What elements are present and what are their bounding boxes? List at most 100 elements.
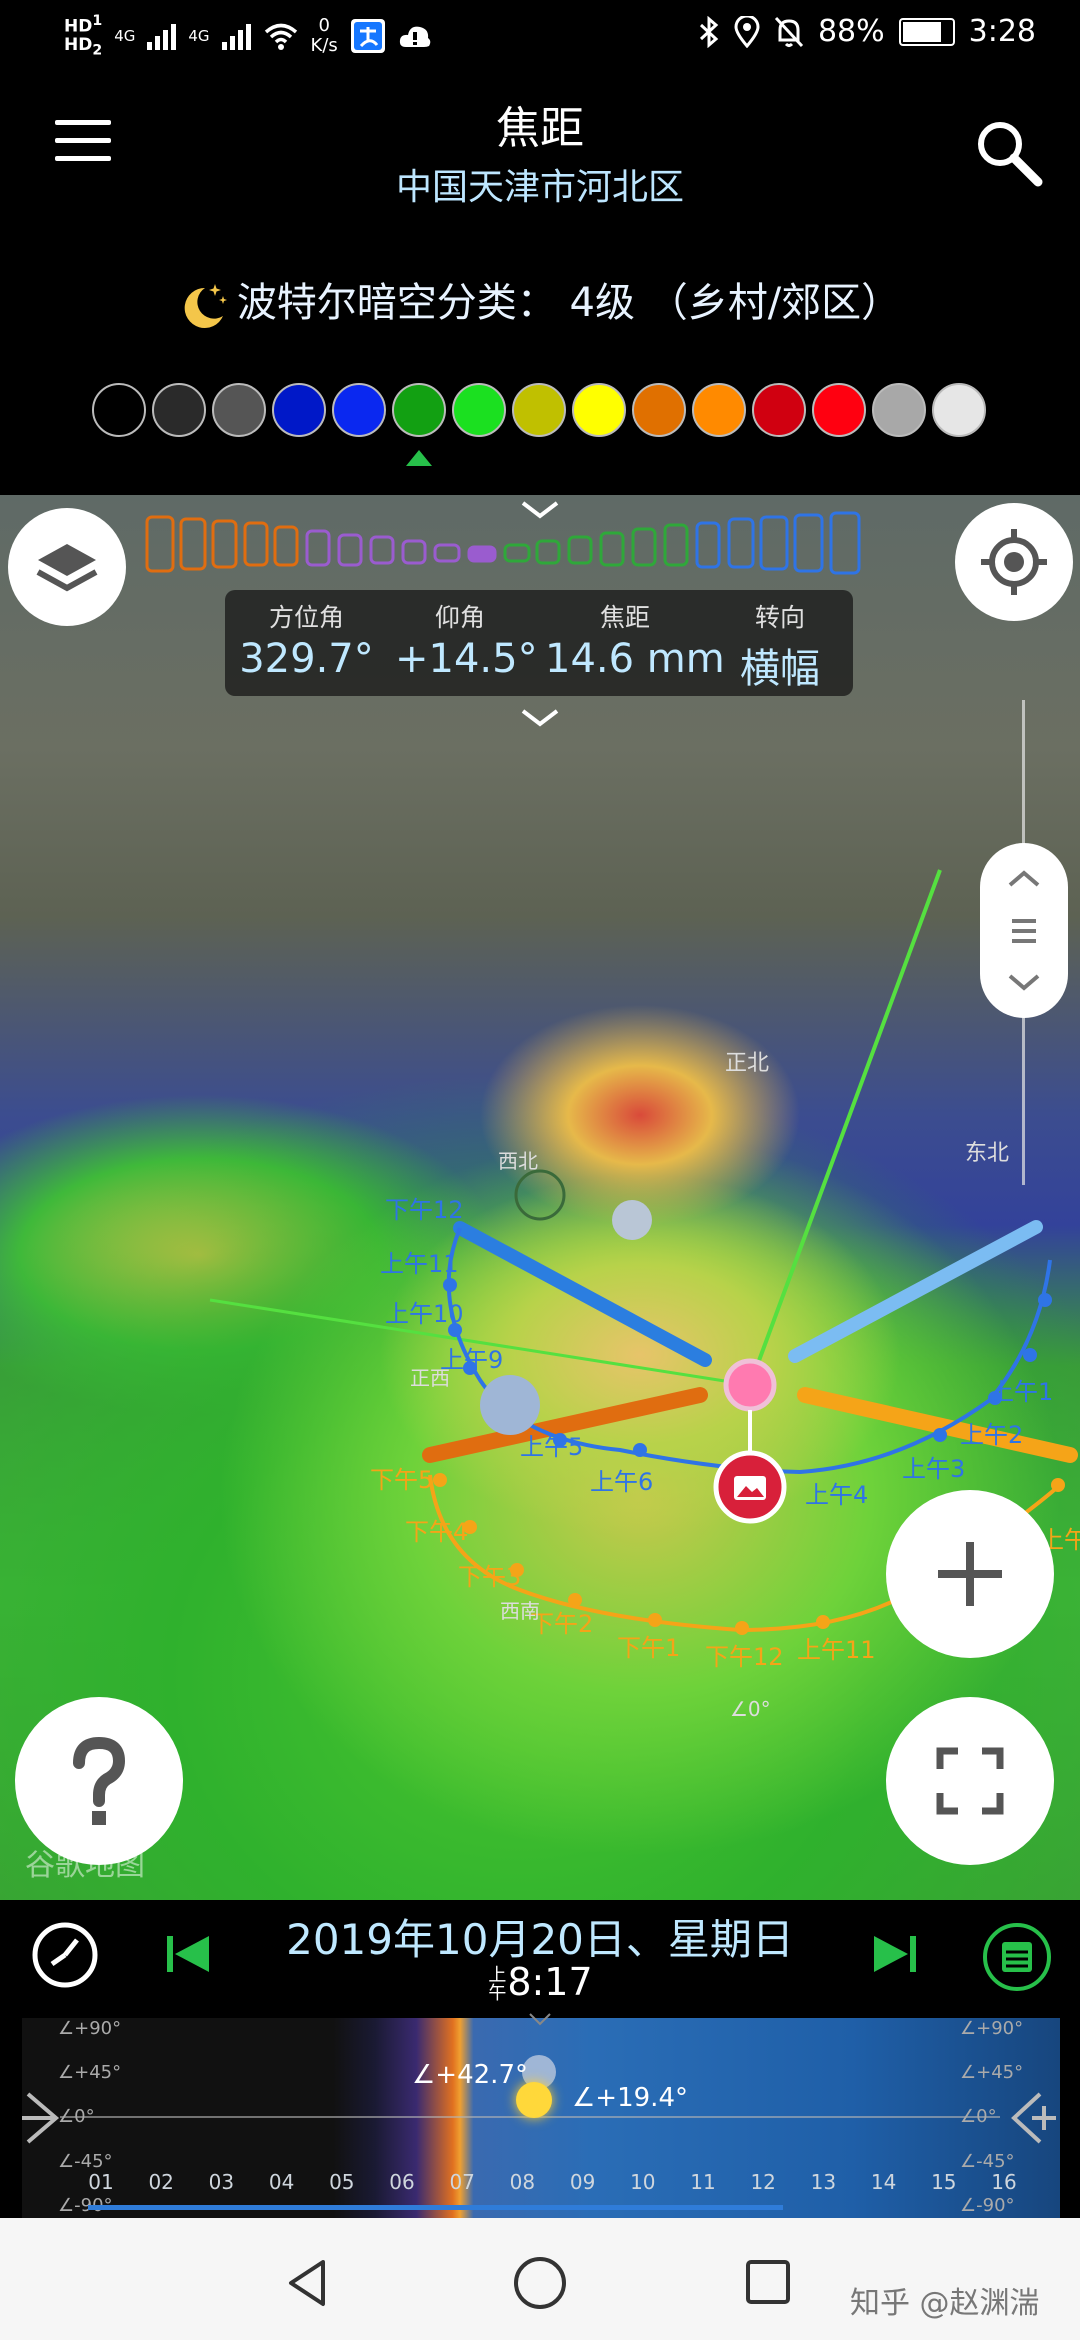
location-subtitle[interactable]: 中国天津市河北区	[0, 158, 1080, 210]
zoom-slider-handle[interactable]	[980, 843, 1068, 1018]
fullscreen-button[interactable]	[886, 1697, 1054, 1865]
azimuth-label: 方位角	[268, 603, 344, 632]
wifi-icon	[264, 23, 297, 50]
chevron-down-icon[interactable]	[528, 2012, 552, 2026]
search-icon[interactable]	[972, 116, 1044, 188]
locate-button[interactable]	[955, 503, 1073, 621]
bortle-swatch-13[interactable]	[812, 383, 866, 437]
bortle-swatch-12[interactable]	[752, 383, 806, 437]
timeline-hour-10: 10	[630, 2170, 656, 2194]
back-icon[interactable]	[285, 2258, 329, 2308]
moonrise-bar	[453, 1221, 712, 1367]
skip-next-icon[interactable]	[870, 1932, 918, 1976]
bortle-swatch-14[interactable]	[872, 383, 926, 437]
bluetooth-icon	[699, 15, 719, 48]
label-am10: 上午10	[385, 1300, 464, 1328]
chevron-down-icon[interactable]	[520, 500, 560, 520]
speed-unit: K/s	[310, 34, 338, 56]
recents-icon[interactable]	[744, 2258, 792, 2306]
label-pm5: 下午5	[370, 1466, 433, 1494]
label-northwest: 西北	[498, 1149, 538, 1173]
date-label[interactable]: 2019年10月20日、星期日	[180, 1906, 900, 1967]
moonset-bar	[788, 1220, 1043, 1363]
timeline-hour-16: 16	[991, 2170, 1017, 2194]
timeline-hour-07: 07	[449, 2170, 475, 2194]
label-am1: 上午1	[990, 1378, 1053, 1406]
timeline-hour-04: 04	[268, 2170, 295, 2194]
chevron-down-icon[interactable]	[520, 708, 560, 728]
timeline-hour-02: 02	[148, 2170, 174, 2194]
azimuth-value: 329.7°	[239, 636, 374, 682]
focal-label: 焦距	[599, 603, 650, 632]
timeline-angle-left-2: ∠0°	[58, 2106, 95, 2127]
status-bar: HD1 HD2 4G 4G 0 K/s 88% 3:28	[0, 0, 1080, 75]
camera-info-panel[interactable]: 方位角 329.7° 仰角 +14.5° 焦距 14.6 mm 转向 横幅	[225, 590, 853, 696]
home-icon[interactable]	[512, 2255, 568, 2311]
label-am3: 上午3	[902, 1455, 965, 1483]
sun-altitude-label: ∠+19.4°	[572, 2083, 688, 2113]
status-right: 88% 3:28	[698, 14, 1036, 49]
label-pm1: 下午1	[617, 1634, 680, 1662]
hd-badges: HD1 HD2	[64, 12, 102, 59]
bortle-swatch-8[interactable]	[512, 383, 566, 437]
chevron-right-icon[interactable]	[22, 2090, 62, 2146]
timeline-angle-right-0: ∠+90°	[960, 2018, 1024, 2039]
bortle-swatch-15[interactable]	[932, 383, 986, 437]
timeline-hour-08: 08	[509, 2170, 536, 2194]
label-pm3: 下午3	[458, 1563, 521, 1591]
layers-icon	[36, 544, 98, 592]
status-left: HD1 HD2 4G 4G 0 K/s	[64, 12, 432, 59]
time-period-label: 上午	[488, 1964, 507, 2004]
orientation-label: 转向	[754, 603, 805, 632]
observer-point	[723, 1358, 777, 1412]
label-north: 正北	[725, 1051, 769, 1076]
signal-icon-2	[221, 22, 251, 50]
label-southwest: 西南	[500, 1599, 540, 1623]
alipay-icon	[350, 18, 385, 53]
elevation-label: 仰角	[434, 603, 485, 632]
orientation-value: 横幅	[740, 646, 820, 692]
bortle-swatch-9[interactable]	[572, 383, 626, 437]
label-pm4: 下午4	[405, 1518, 468, 1546]
time-label[interactable]: 上午8:17	[180, 1960, 900, 2004]
timeline-hour-06: 06	[389, 2170, 415, 2194]
bortle-swatch-4[interactable]	[272, 383, 326, 437]
mute-bell-icon	[774, 16, 804, 47]
plus-icon	[938, 1542, 1002, 1606]
elevation-value: +14.5°	[395, 636, 538, 682]
elevation-cell: 仰角 +14.5°	[395, 598, 538, 682]
label-pm12-bottom: 下午12	[705, 1643, 784, 1671]
bortle-swatch-1[interactable]	[92, 383, 146, 437]
calendar-icon[interactable]	[982, 1922, 1052, 1992]
moon-altitude-label: ∠+42.7°	[412, 2060, 528, 2090]
bortle-swatch-7[interactable]	[452, 383, 506, 437]
focal-cell: 焦距 14.6 mm	[545, 598, 725, 682]
speed-value: 0	[318, 14, 330, 36]
bortle-swatch-2[interactable]	[152, 383, 206, 437]
hd2-label: HD	[64, 34, 93, 55]
bortle-swatch-6[interactable]	[392, 383, 446, 437]
battery-percent: 88%	[817, 14, 885, 49]
hd1-sub: 1	[92, 13, 103, 29]
bortle-class-row: 波特尔暗空分类： 4级 （乡村/郊区）	[0, 270, 1080, 330]
hd1-label: HD	[64, 16, 93, 37]
label-am5: 上午5	[520, 1433, 583, 1461]
timeline-hour-11: 11	[690, 2170, 716, 2194]
timeline-angle-left-3: ∠-45°	[58, 2151, 113, 2172]
network-speed: 0 K/s	[310, 14, 338, 56]
timeline-hour-12: 12	[750, 2170, 776, 2194]
chevron-left-plus-icon[interactable]	[1010, 2090, 1058, 2146]
label-am11-bottom: 上午11	[797, 1636, 876, 1664]
bortle-swatch-11[interactable]	[692, 383, 746, 437]
bortle-swatch-10[interactable]	[632, 383, 686, 437]
add-button[interactable]	[886, 1490, 1054, 1658]
location-icon	[734, 15, 760, 48]
clock-icon[interactable]	[30, 1920, 100, 1990]
layers-button[interactable]	[8, 508, 126, 626]
timeline-angle-right-4: ∠-90°	[960, 2195, 1015, 2216]
label-pm12: 下午12	[385, 1196, 464, 1224]
bortle-swatch-5[interactable]	[332, 383, 386, 437]
bortle-swatch-3[interactable]	[212, 383, 266, 437]
clock-time: 3:28	[968, 14, 1036, 49]
source-credit: 知乎 @赵渊湍	[850, 2286, 1040, 2321]
